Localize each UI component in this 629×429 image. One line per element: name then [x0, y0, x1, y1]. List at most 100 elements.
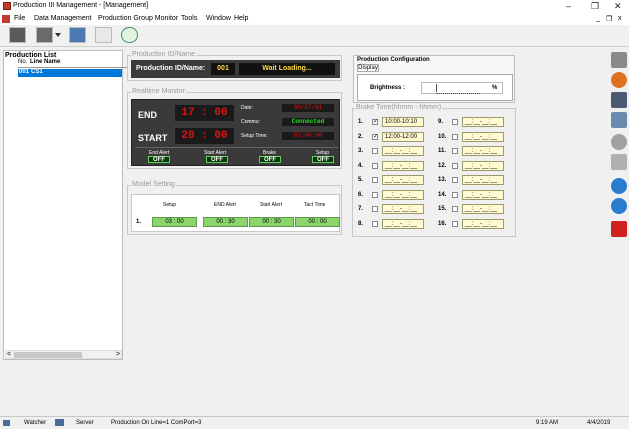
brake-checkbox[interactable]: [372, 191, 378, 198]
date-value: 30/07/61: [282, 104, 334, 112]
start-alert-status[interactable]: OFF: [206, 156, 228, 163]
production-config-title: Production Configuration: [357, 57, 430, 63]
brightness-label: Brightness :: [370, 85, 406, 91]
brake-checkbox[interactable]: [452, 206, 458, 212]
brake-time-field[interactable]: __:__-__:__: [382, 218, 424, 229]
grid-table-icon[interactable]: [95, 27, 112, 43]
brightness-box: Brightness : %: [357, 74, 513, 101]
brake-checkbox[interactable]: ✓: [372, 119, 378, 125]
menu-tools[interactable]: Tools: [181, 15, 197, 22]
tact-time-field[interactable]: 00 : 00: [295, 217, 340, 227]
production-list-panel: Production List No. Line Name 001 CS1 < …: [3, 50, 128, 360]
brake-checkbox[interactable]: [452, 148, 458, 154]
brake-status[interactable]: OFF: [259, 156, 281, 163]
window-title: Production III Management - [Management]: [13, 2, 149, 9]
brake-time-field[interactable]: __:__-__:__: [462, 204, 504, 214]
scroll-right-icon[interactable]: >: [116, 351, 120, 358]
child-close-button[interactable]: x: [618, 15, 622, 22]
display-icon[interactable]: [611, 92, 627, 108]
brake-row: 10. __:__-__:__: [438, 131, 516, 143]
brake-row-number: 6.: [358, 191, 364, 198]
reset-icon[interactable]: [611, 221, 627, 237]
brake-checkbox[interactable]: [452, 133, 458, 140]
list-header: No. Line Name: [18, 59, 128, 68]
realtime-monitor-group-label: Realtime Monitor: [131, 88, 186, 95]
brake-checkbox[interactable]: [452, 119, 458, 125]
brake-time-field[interactable]: __:__-__:__: [462, 218, 504, 229]
brake-checkbox[interactable]: [372, 220, 378, 227]
brake-row-number: 1.: [358, 119, 364, 125]
panel-icon[interactable]: [611, 112, 627, 128]
brake-checkbox[interactable]: [452, 220, 458, 227]
monitor-dropdown-icon[interactable]: [36, 27, 53, 43]
brake-time-field[interactable]: __:__-__:__: [462, 146, 504, 156]
brake-time-field[interactable]: __:__-__:__: [462, 117, 504, 127]
display-tab[interactable]: Display: [357, 64, 379, 72]
brake-time-field[interactable]: __:__-__:__: [462, 160, 504, 171]
printer-icon[interactable]: [611, 52, 627, 68]
minimize-button[interactable]: –: [566, 1, 571, 11]
brake-checkbox[interactable]: [452, 191, 458, 198]
horizontal-scrollbar[interactable]: < >: [5, 350, 122, 359]
brake-time-field[interactable]: 10:00-10:10: [382, 117, 424, 127]
server-icon: [55, 419, 64, 426]
gear-icon[interactable]: [611, 134, 627, 150]
menu-window[interactable]: Window: [206, 15, 231, 22]
brake-checkbox[interactable]: [452, 162, 458, 169]
display-board-icon[interactable]: [69, 27, 86, 43]
setup-status[interactable]: OFF: [312, 156, 334, 163]
brake-time-field[interactable]: __:__-__:__: [382, 189, 424, 200]
list-item[interactable]: 001 CS1: [18, 69, 122, 77]
scroll-left-icon[interactable]: <: [7, 351, 11, 358]
brake-time-field[interactable]: 12:00-12:00: [382, 131, 424, 142]
end-alert-status[interactable]: OFF: [148, 156, 170, 163]
header-start-alert: Start Alert: [260, 202, 282, 208]
brake-time-field[interactable]: __:__-__:__: [462, 189, 504, 200]
brake-time-field[interactable]: __:__-__:__: [382, 160, 424, 171]
brake-row: 13. __:__-__:__: [438, 174, 516, 186]
key-icon[interactable]: [611, 72, 627, 88]
child-minimize-button[interactable]: _: [596, 15, 600, 22]
brightness-slider[interactable]: %: [421, 82, 503, 94]
slider-thumb[interactable]: [436, 84, 437, 92]
pause-icon[interactable]: [611, 198, 627, 214]
brake-checkbox[interactable]: [372, 206, 378, 212]
brake-checkbox[interactable]: [372, 148, 378, 154]
brake-time-field[interactable]: __:__-__:__: [462, 131, 504, 142]
menu-help[interactable]: Help: [234, 15, 248, 22]
col-name-header: Line Name: [30, 59, 61, 65]
brake-time-field[interactable]: __:__-__:__: [382, 204, 424, 214]
close-button[interactable]: ✕: [614, 1, 622, 12]
brake-time-field[interactable]: __:__-__:__: [462, 175, 504, 185]
brake-time-field[interactable]: __:__-__:__: [382, 175, 424, 185]
clock-icon[interactable]: [121, 27, 138, 43]
brake-checkbox[interactable]: [372, 162, 378, 169]
production-monitor-icon[interactable]: [9, 27, 26, 43]
end-alert-field[interactable]: 00 : 30: [203, 217, 248, 227]
watcher-icon: [3, 420, 10, 426]
status-info: Production On Line=1 ComPort=3: [111, 420, 202, 426]
download-icon[interactable]: [611, 154, 627, 170]
scrollbar-thumb[interactable]: [14, 352, 82, 358]
chevron-down-icon[interactable]: [55, 33, 61, 37]
col-no-header: No.: [18, 59, 28, 65]
start-alert-field[interactable]: 00 : 30: [249, 217, 294, 227]
brake-checkbox[interactable]: [372, 177, 378, 183]
doc-icon[interactable]: [2, 15, 10, 23]
child-restore-button[interactable]: ❐: [606, 15, 612, 23]
maximize-button[interactable]: ❐: [591, 1, 599, 12]
model-setting-group-label: Model Setting: [131, 181, 176, 188]
menu-file[interactable]: File: [14, 15, 25, 22]
brake-checkbox[interactable]: ✓: [372, 133, 378, 140]
brake-checkbox[interactable]: [452, 177, 458, 183]
brake-time-group: Brake Time(hhmm - hhmm) 1. ✓ 10:00-10:10 2.…: [352, 104, 516, 237]
menu-production-group-monitor[interactable]: Production Group Monitor: [98, 15, 178, 22]
header-setup: Setup: [163, 202, 177, 208]
brake-left-column: 1. ✓ 10:00-10:10 2. ✓ 12:00-12:00 3. __:__-__:_…: [358, 116, 438, 236]
play-icon[interactable]: [611, 178, 627, 194]
status-date: 4/4/2019: [587, 420, 611, 426]
menu-data-management[interactable]: Data Management: [34, 15, 92, 22]
date-label: Date:: [241, 105, 253, 111]
brake-time-field[interactable]: __:__-__:__: [382, 146, 424, 156]
setup-field[interactable]: 03 : 00: [152, 217, 197, 227]
